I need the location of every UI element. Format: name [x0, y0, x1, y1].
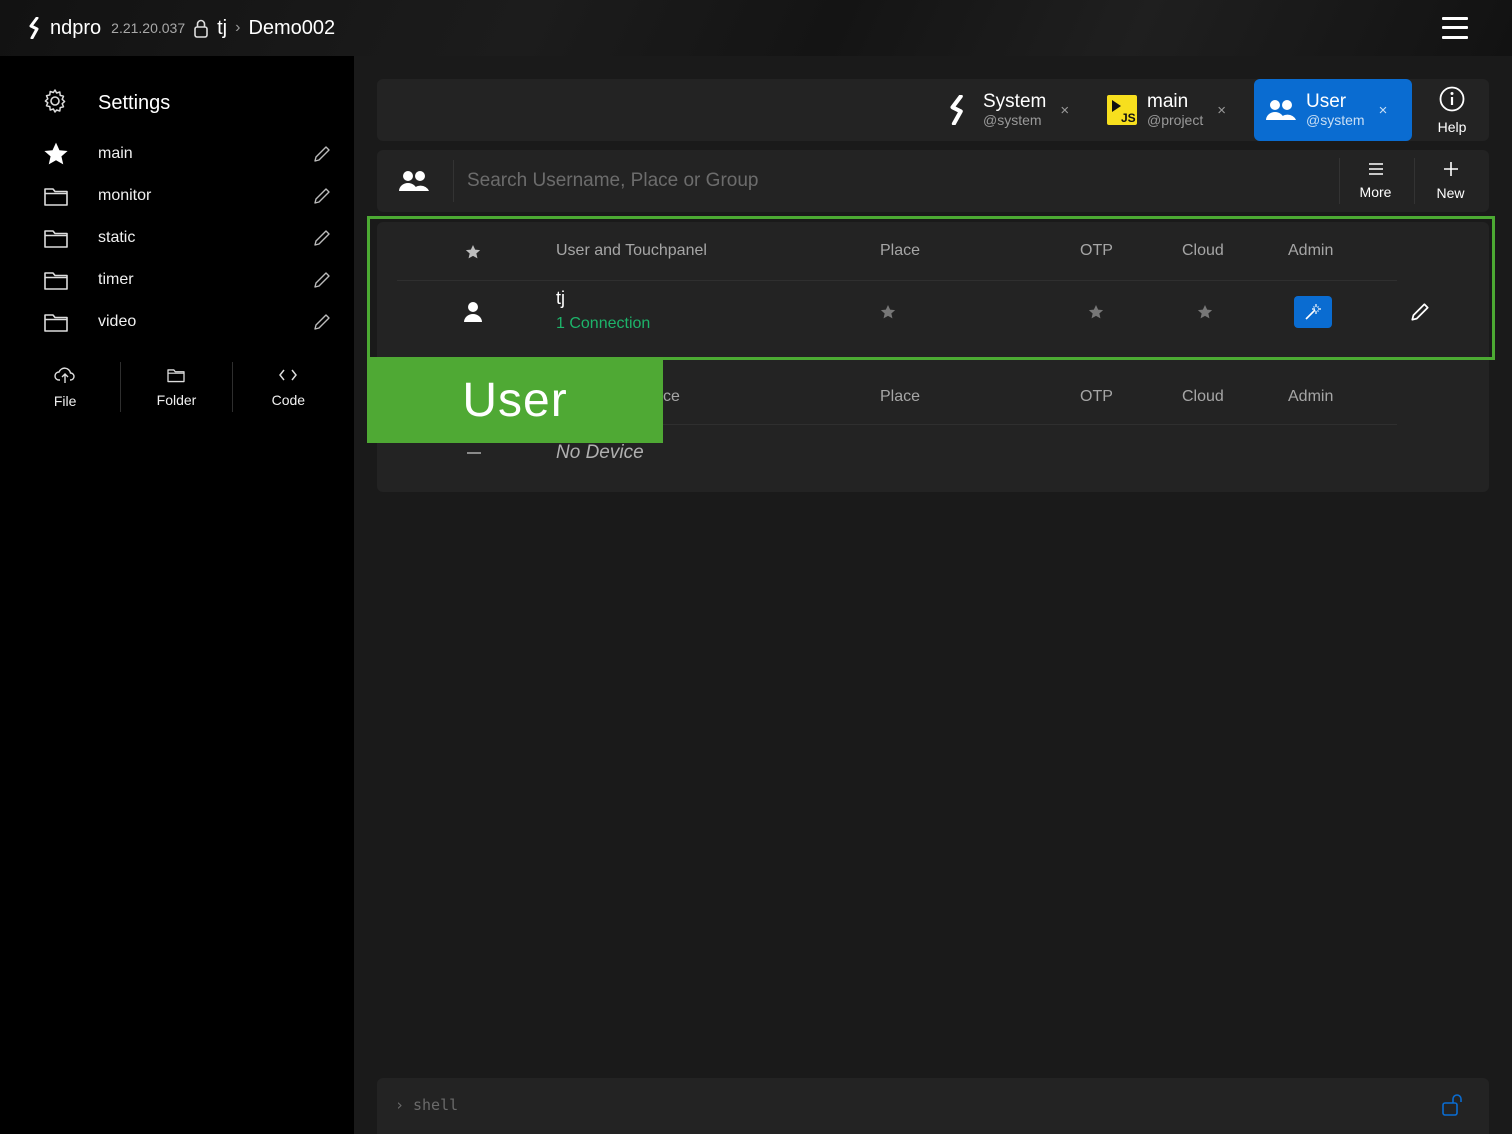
- more-button[interactable]: More: [1339, 158, 1411, 204]
- lock-icon: [193, 18, 209, 38]
- tab-main-subtitle: @project: [1147, 112, 1204, 128]
- folder-icon: [42, 308, 70, 336]
- new-folder-button[interactable]: Folder: [121, 362, 233, 412]
- menu-lines-icon: [1368, 162, 1384, 181]
- tab-user[interactable]: User @system ×: [1254, 79, 1412, 141]
- sidebar-item-main[interactable]: main: [42, 138, 332, 170]
- tab-user-subtitle: @system: [1306, 112, 1365, 128]
- ndpro-logo-icon: [941, 93, 975, 127]
- new-file-label: File: [53, 392, 77, 409]
- sidebar-actions: File Folder Code: [10, 362, 344, 412]
- empty-dash: [467, 452, 481, 454]
- sidebar-settings-label: Settings: [98, 92, 171, 114]
- sidebar-item-label: video: [98, 313, 137, 330]
- no-device-text: No Device: [556, 442, 644, 463]
- ndpro-logo-icon[interactable]: [28, 17, 42, 39]
- new-folder-label: Folder: [156, 391, 197, 408]
- shell-prompt: ›: [395, 1096, 405, 1114]
- pencil-icon[interactable]: [312, 270, 332, 290]
- search-bar: More New: [377, 150, 1489, 212]
- shell-console[interactable]: › shell: [377, 1078, 1489, 1134]
- tab-main[interactable]: JS main @project ×: [1105, 79, 1226, 141]
- current-user[interactable]: tj: [217, 17, 227, 40]
- breadcrumb: ndpro 2.21.20.037 tj › Demo002: [28, 14, 335, 42]
- pencil-icon[interactable]: [312, 186, 332, 206]
- info-icon: [1439, 86, 1465, 117]
- sidebar-item-label: timer: [98, 271, 134, 288]
- javascript-icon: JS: [1105, 93, 1139, 127]
- cloud-upload-icon: [54, 366, 76, 389]
- new-label: New: [1436, 185, 1465, 201]
- new-code-label: Code: [271, 391, 306, 408]
- code-icon: [278, 367, 298, 388]
- folder-icon: [42, 224, 70, 252]
- sidebar-item-label: main: [98, 145, 133, 162]
- gear-icon: [42, 88, 68, 119]
- plus-icon: [1443, 161, 1459, 182]
- sidebar: Settings main monitor static timer video…: [0, 56, 354, 1134]
- pencil-icon[interactable]: [312, 144, 332, 164]
- divider: [453, 160, 454, 202]
- unlock-icon[interactable]: [1441, 1092, 1467, 1118]
- column-header-place[interactable]: Place: [880, 388, 920, 406]
- sidebar-item-video[interactable]: video: [42, 306, 332, 338]
- new-code-button[interactable]: Code: [233, 362, 344, 412]
- sidebar-item-static[interactable]: static: [42, 222, 332, 254]
- app-version: 2.21.20.037: [111, 20, 186, 36]
- column-header-otp[interactable]: OTP: [1080, 388, 1113, 406]
- sidebar-item-monitor[interactable]: monitor: [42, 180, 332, 212]
- new-file-button[interactable]: File: [10, 362, 122, 412]
- new-button[interactable]: New: [1414, 158, 1486, 204]
- pencil-icon[interactable]: [312, 228, 332, 248]
- help-label: Help: [1437, 118, 1467, 135]
- close-icon[interactable]: ×: [1379, 102, 1388, 119]
- folder-icon: [42, 182, 70, 210]
- folder-icon: [166, 367, 186, 388]
- svg-text:JS: JS: [1121, 111, 1136, 125]
- hamburger-menu-icon[interactable]: [1442, 17, 1468, 39]
- folder-icon: [42, 266, 70, 294]
- user-callout: User: [367, 357, 663, 443]
- tab-system[interactable]: System @system ×: [941, 79, 1069, 141]
- user-callout-label: User: [462, 373, 568, 427]
- column-header-device[interactable]: ce: [663, 388, 680, 406]
- sidebar-item-label: monitor: [98, 187, 152, 204]
- more-label: More: [1359, 184, 1392, 200]
- tab-bar: System @system × JS main @project × User…: [377, 79, 1489, 141]
- top-bar: ndpro 2.21.20.037 tj › Demo002: [0, 0, 1512, 56]
- breadcrumb-separator: ›: [235, 19, 241, 36]
- tab-user-title: User: [1306, 91, 1347, 112]
- app-name: ndpro: [50, 16, 102, 39]
- sidebar-item-timer[interactable]: timer: [42, 264, 332, 296]
- pencil-icon[interactable]: [312, 312, 332, 332]
- tab-system-subtitle: @system: [983, 112, 1042, 128]
- close-icon[interactable]: ×: [1217, 102, 1226, 119]
- close-icon[interactable]: ×: [1060, 102, 1069, 119]
- help-button[interactable]: Help: [1422, 79, 1482, 141]
- tab-system-title: System: [983, 91, 1047, 112]
- star-icon: [42, 140, 70, 168]
- tab-main-title: main: [1147, 91, 1189, 112]
- users-icon: [397, 164, 431, 198]
- highlight-frame: [367, 216, 1495, 360]
- column-header-admin[interactable]: Admin: [1288, 388, 1333, 406]
- project-name[interactable]: Demo002: [248, 17, 335, 40]
- sidebar-settings[interactable]: Settings: [42, 88, 170, 119]
- search-input[interactable]: [467, 164, 1327, 198]
- column-header-cloud[interactable]: Cloud: [1182, 388, 1224, 406]
- sidebar-item-label: static: [98, 229, 136, 246]
- shell-input[interactable]: shell: [413, 1096, 458, 1114]
- users-icon: [1264, 93, 1298, 127]
